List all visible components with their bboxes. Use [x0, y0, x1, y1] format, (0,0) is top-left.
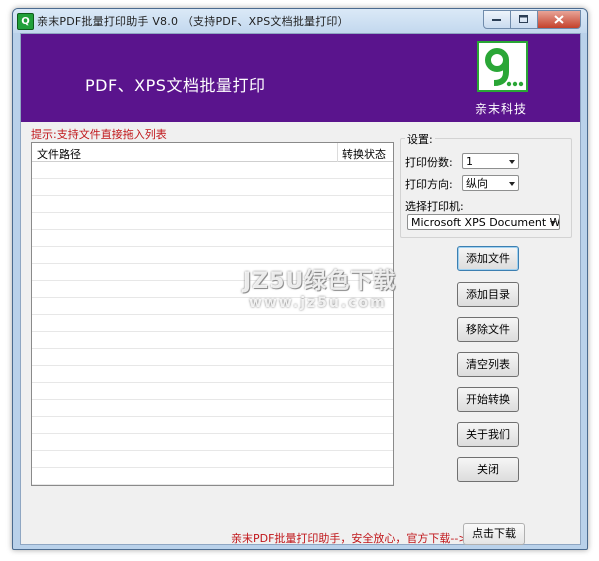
minimize-icon: [492, 18, 501, 21]
chevron-down-icon: [550, 221, 556, 225]
settings-group-label: 设置:: [405, 131, 435, 147]
app-window: Q 亲末PDF批量打印助手 V8.0 （支持PDF、XPS文档批量打印） PDF…: [12, 8, 588, 550]
file-list-table[interactable]: 文件路径 转换状态: [31, 142, 394, 486]
add-file-button[interactable]: 添加文件: [457, 246, 519, 271]
copies-value: 1: [466, 155, 473, 168]
caption-buttons: [483, 10, 581, 29]
footer-promo-text: 亲末PDF批量打印助手，安全放心，官方下载-->>: [231, 532, 477, 545]
brand-name: 亲末科技: [475, 102, 528, 116]
column-header-path[interactable]: 文件路径: [37, 146, 81, 162]
copies-select[interactable]: 1: [462, 153, 519, 169]
chevron-down-icon: [509, 160, 515, 164]
maximize-icon: [519, 15, 528, 23]
maximize-button[interactable]: [511, 10, 538, 29]
clear-list-button[interactable]: 清空列表: [457, 352, 519, 377]
close-icon: [554, 15, 564, 24]
banner-title: PDF、XPS文档批量打印: [85, 76, 266, 95]
column-header-status[interactable]: 转换状态: [342, 146, 386, 162]
close-button[interactable]: 关闭: [457, 457, 519, 482]
printer-label: 选择打印机:: [405, 200, 464, 213]
copies-label: 打印份数:: [405, 156, 453, 169]
title-bar[interactable]: Q 亲末PDF批量打印助手 V8.0 （支持PDF、XPS文档批量打印）: [13, 9, 587, 33]
client-area: PDF、XPS文档批量打印 亲末科技 提示:支持文件直接拖入列表 文件路径 转换…: [20, 33, 581, 545]
drag-hint: 提示:支持文件直接拖入列表: [31, 128, 167, 141]
brand-logo: [477, 41, 528, 92]
table-rows[interactable]: [32, 162, 393, 485]
table-header: 文件路径 转换状态: [32, 143, 393, 162]
window-title: 亲末PDF批量打印助手 V8.0 （支持PDF、XPS文档批量打印）: [37, 15, 349, 28]
close-window-button[interactable]: [538, 10, 581, 29]
app-q-icon: Q: [17, 13, 34, 30]
header-banner: PDF、XPS文档批量打印 亲末科技: [21, 34, 580, 122]
minimize-button[interactable]: [483, 10, 511, 29]
printer-select[interactable]: Microsoft XPS Document Writer: [407, 214, 560, 230]
start-convert-button[interactable]: 开始转换: [457, 387, 519, 412]
remove-file-button[interactable]: 移除文件: [457, 317, 519, 342]
about-button[interactable]: 关于我们: [457, 422, 519, 447]
chevron-down-icon: [509, 182, 515, 186]
printer-value: Microsoft XPS Document Writer: [411, 216, 560, 229]
orientation-label: 打印方向:: [405, 178, 453, 191]
orientation-value: 纵向: [466, 177, 488, 190]
download-link-button[interactable]: 点击下载: [463, 523, 525, 545]
logo-nine-icon: [485, 48, 524, 87]
add-folder-button[interactable]: 添加目录: [457, 282, 519, 307]
orientation-select[interactable]: 纵向: [462, 175, 519, 191]
